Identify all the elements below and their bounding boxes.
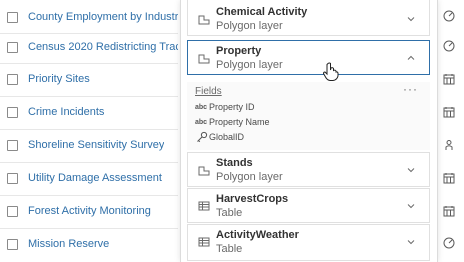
field-name: Property ID [209, 102, 255, 112]
chevron-up-icon[interactable] [407, 54, 415, 62]
string-type-badge: abc [195, 118, 208, 126]
layer-type: Polygon layer [216, 59, 283, 71]
layer-header[interactable]: Stands Polygon layer [188, 153, 429, 187]
fields-section: Fields ··· abc Property ID abc Property … [187, 82, 430, 150]
calendar-table-icon[interactable] [443, 106, 455, 118]
string-type-badge: abc [195, 103, 208, 111]
layer-item-stands[interactable]: Stands Polygon layer [187, 152, 430, 187]
polygon-layer-icon [198, 166, 210, 176]
compass-icon[interactable] [443, 237, 455, 249]
checkbox[interactable] [7, 238, 18, 250]
chevron-down-icon[interactable] [407, 202, 415, 210]
checkbox[interactable] [7, 73, 18, 85]
layer-item-chemical-activity[interactable]: Chemical Activity Polygon layer [187, 0, 430, 36]
layer-name: Stands [216, 157, 253, 169]
polygon-layer-icon [198, 54, 210, 64]
table-icon [198, 237, 210, 247]
list-item[interactable]: Priority Sites [0, 62, 178, 96]
checkbox[interactable] [7, 106, 18, 118]
layers-popover: Chemical Activity Polygon layer Property… [180, 0, 438, 262]
list-item[interactable]: Mission Reserve [0, 227, 178, 261]
list-item-label[interactable]: Mission Reserve [28, 238, 109, 250]
layer-header[interactable]: Chemical Activity Polygon layer [188, 2, 429, 36]
list-item[interactable]: Forest Activity Monitoring [0, 194, 178, 228]
list-item-label[interactable]: Census 2020 Redistricting Tracts [28, 41, 178, 53]
layer-item-harvestcrops[interactable]: HarvestCrops Table [187, 188, 430, 223]
fields-link[interactable]: Fields [195, 86, 222, 97]
chevron-down-icon[interactable] [407, 15, 415, 23]
list-item-label[interactable]: Priority Sites [28, 73, 90, 85]
list-item[interactable]: Shoreline Sensitivity Survey [0, 128, 178, 162]
hand-cursor-icon [322, 62, 339, 81]
layer-name: Property [216, 45, 262, 57]
layer-item-activityweather[interactable]: ActivityWeather Table [187, 224, 430, 261]
layer-name: Chemical Activity [216, 6, 308, 18]
layer-header[interactable]: Property Polygon layer [188, 41, 429, 75]
layer-type: Table [216, 243, 243, 255]
table-icon [198, 201, 210, 211]
list-item-label[interactable]: Crime Incidents [28, 106, 104, 118]
right-icon-column [436, 0, 464, 262]
list-item-label[interactable]: County Employment by Industry [28, 11, 178, 23]
list-item[interactable]: Crime Incidents [0, 95, 178, 129]
compass-icon[interactable] [443, 40, 455, 52]
field-row: abc Property ID [195, 100, 255, 114]
list-item-label[interactable]: Shoreline Sensitivity Survey [28, 139, 164, 151]
field-row: abc Property Name [195, 115, 270, 129]
compass-icon[interactable] [443, 10, 455, 22]
layer-header[interactable]: HarvestCrops Table [188, 189, 429, 223]
key-icon [197, 131, 208, 143]
layer-item-property[interactable]: Property Polygon layer [187, 40, 430, 75]
layer-type: Polygon layer [216, 171, 283, 183]
layer-list: County Employment by Industry Census 202… [0, 0, 178, 262]
layer-type: Polygon layer [216, 20, 283, 32]
layer-name: HarvestCrops [216, 193, 289, 205]
layer-type: Table [216, 207, 243, 219]
person-icon[interactable] [443, 139, 455, 151]
checkbox[interactable] [7, 41, 18, 53]
field-name: Property Name [209, 117, 270, 127]
list-item-label[interactable]: Utility Damage Assessment [28, 172, 162, 184]
list-item[interactable]: Census 2020 Redistricting Tracts [0, 30, 178, 64]
layer-header[interactable]: ActivityWeather Table [188, 225, 429, 259]
chevron-down-icon[interactable] [407, 238, 415, 246]
calendar-table-icon[interactable] [443, 172, 455, 184]
chevron-down-icon[interactable] [407, 166, 415, 174]
field-row: GlobalID [195, 130, 244, 144]
list-item-label[interactable]: Forest Activity Monitoring [28, 205, 151, 217]
checkbox[interactable] [7, 205, 18, 217]
field-name: GlobalID [209, 132, 245, 142]
more-options-button[interactable]: ··· [403, 82, 418, 96]
calendar-table-icon[interactable] [443, 205, 455, 217]
list-item[interactable]: Utility Damage Assessment [0, 161, 178, 195]
polygon-layer-icon [198, 15, 210, 25]
layer-name: ActivityWeather [216, 229, 299, 241]
list-item[interactable]: County Employment by Industry [0, 0, 178, 34]
checkbox[interactable] [7, 11, 18, 23]
checkbox[interactable] [7, 172, 18, 184]
checkbox[interactable] [7, 139, 18, 151]
calendar-table-icon[interactable] [443, 73, 455, 85]
